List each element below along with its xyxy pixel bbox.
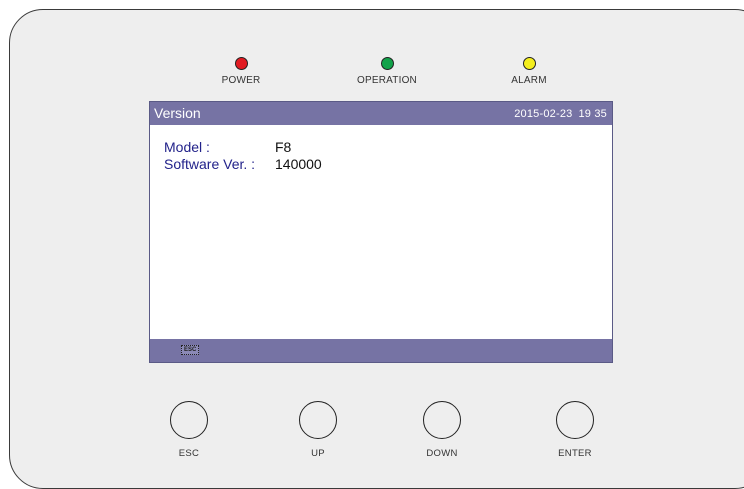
lcd-screen: Version 2015-02-23 19 35 Model : F8 Softw… — [149, 101, 613, 363]
power-led-icon — [234, 57, 248, 70]
screen-footer: ESC — [150, 339, 612, 362]
esc-button-group: ESC — [149, 401, 229, 459]
esc-button-label: ESC — [178, 448, 200, 459]
screen-datetime: 2015-02-23 19 35 — [508, 108, 607, 120]
down-button[interactable] — [423, 401, 461, 439]
version-info: Model : F8 Software Ver. : 140000 — [164, 139, 322, 173]
esc-hint: ESC — [181, 345, 200, 355]
down-button-group: DOWN — [402, 401, 482, 459]
software-version-value: 140000 — [275, 156, 322, 172]
software-version-row: Software Ver. : 140000 — [164, 156, 322, 173]
device-panel: POWER OPERATION ALARM Version 2015-02-23… — [9, 9, 744, 489]
model-row: Model : F8 — [164, 139, 322, 156]
up-button[interactable] — [299, 401, 337, 439]
alarm-label: ALARM — [511, 75, 547, 86]
enter-button-label: ENTER — [558, 448, 592, 459]
alarm-led-icon — [522, 57, 536, 70]
alarm-indicator: ALARM — [469, 57, 589, 86]
esc-button[interactable] — [170, 401, 208, 439]
up-button-group: UP — [278, 401, 358, 459]
down-button-label: DOWN — [426, 448, 458, 459]
power-indicator: POWER — [181, 57, 301, 86]
screen-title: Version — [154, 105, 201, 121]
model-value: F8 — [275, 139, 292, 155]
operation-indicator: OPERATION — [327, 57, 447, 86]
power-label: POWER — [221, 75, 261, 86]
enter-button[interactable] — [556, 401, 594, 439]
software-version-key: Software Ver. : — [164, 156, 256, 172]
screen-date: 2015-02-23 — [514, 108, 573, 120]
operation-label: OPERATION — [357, 75, 417, 86]
model-key: Model : — [164, 139, 210, 155]
enter-button-group: ENTER — [535, 401, 615, 459]
up-button-label: UP — [311, 448, 325, 459]
screen-header: Version 2015-02-23 19 35 — [150, 102, 612, 125]
operation-led-icon — [380, 57, 394, 70]
screen-time: 19 35 — [578, 108, 607, 120]
